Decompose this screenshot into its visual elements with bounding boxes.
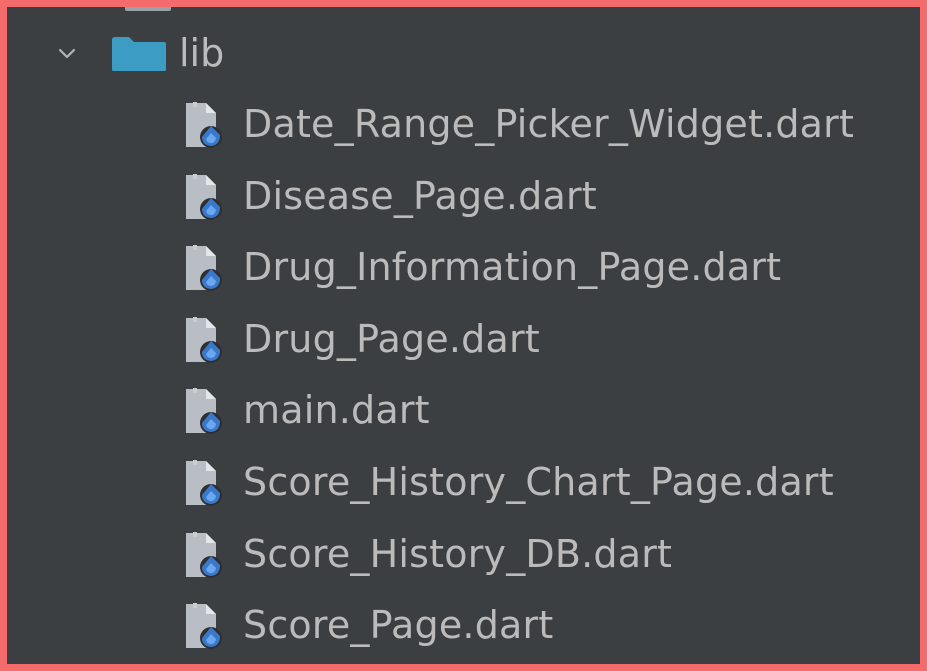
tree-folder-lib[interactable]: lib — [7, 25, 920, 85]
folder-label: lib — [179, 31, 225, 75]
file-label: Drug_Page.dart — [243, 316, 540, 361]
dart-file-icon — [186, 245, 222, 292]
tree-file-item-3[interactable]: Drug_Page.dart — [7, 306, 920, 378]
tree-file-item-7[interactable]: Score_Page.dart — [7, 592, 920, 664]
file-label: Score_History_DB.dart — [243, 531, 673, 576]
dart-file-icon — [186, 316, 222, 363]
tree-file-item-6[interactable]: Score_History_DB.dart — [7, 521, 920, 593]
tree-file-item-2[interactable]: Drug_Information_Page.dart — [7, 234, 920, 306]
dart-file-icon — [186, 531, 222, 578]
dart-file-icon — [186, 603, 222, 650]
file-label: Disease_Page.dart — [243, 173, 597, 218]
previous-row-icon-fragment — [125, 7, 171, 11]
file-list: Date_Range_Picker_Widget.dart Disease_Pa… — [7, 91, 920, 664]
chevron-down-icon[interactable] — [56, 42, 78, 64]
dart-file-icon — [186, 102, 222, 148]
file-label: Score_Page.dart — [243, 603, 554, 648]
folder-icon — [112, 37, 166, 71]
tree-file-item-4[interactable]: main.dart — [7, 377, 920, 449]
project-tree-panel: lib Date_Range_Picker_Widget.dart Diseas… — [7, 7, 920, 664]
file-label: Drug_Information_Page.dart — [243, 245, 782, 290]
tree-file-item-1[interactable]: Disease_Page.dart — [7, 163, 920, 235]
file-label: Date_Range_Picker_Widget.dart — [243, 102, 855, 146]
tree-file-item-0[interactable]: Date_Range_Picker_Widget.dart — [7, 91, 920, 163]
dart-file-icon — [186, 173, 222, 220]
file-label: Score_History_Chart_Page.dart — [243, 459, 834, 504]
dart-file-icon — [186, 459, 222, 506]
file-label: main.dart — [243, 388, 430, 433]
dart-file-icon — [186, 388, 222, 435]
tree-file-item-5[interactable]: Score_History_Chart_Page.dart — [7, 449, 920, 521]
